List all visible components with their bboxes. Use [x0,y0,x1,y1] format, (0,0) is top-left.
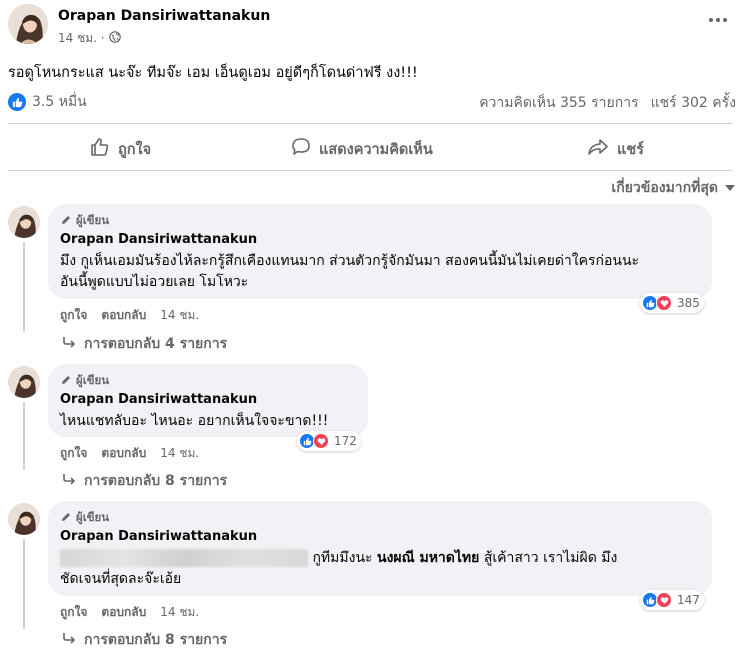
comment-reply-link[interactable]: ตอบกลับ [101,603,146,622]
comment-like-link[interactable]: ถูกใจ [60,603,87,622]
love-icon [656,592,672,608]
author-badge: ผู้เขียน [60,372,356,390]
sort-label: เกี่ยวข้องมากที่สุด [611,180,718,196]
chevron-down-icon [724,180,736,196]
like-button-label: ถูกใจ [118,141,152,158]
comment-text-line: กูทีมมึงนะ นงผณี มหาดไทย สู้เค้าสาว เราไ… [60,548,700,569]
comment-reactions[interactable]: 172 [297,431,361,451]
comment-author-name[interactable]: Orapan Dansiriwattanakun [60,392,356,407]
comment-button-label: แสดงความคิดเห็น [319,141,433,158]
comment-sort-dropdown[interactable]: เกี่ยวข้องมากที่สุด [611,177,736,199]
comment-reactions[interactable]: 147 [640,590,704,610]
like-icon [8,93,26,111]
comment-like-link[interactable]: ถูกใจ [60,444,87,463]
comment-icon [291,137,311,161]
author-badge: ผู้เขียน [60,212,700,230]
thread-line [23,539,25,629]
reply-arrow-icon [62,336,76,352]
reaction-count: 172 [334,434,357,448]
divider [8,123,732,124]
view-replies-link[interactable]: การตอบกลับ 8 รายการ [62,470,227,492]
comment-bubble: ผู้เขียน Orapan Dansiriwattanakun มึง กู… [48,204,712,299]
engagement-counts: ความคิดเห็น 355 รายการ แชร์ 302 ครั้ง [479,92,736,114]
comment-time[interactable]: 14 ชม. [160,306,199,325]
divider [8,170,732,171]
share-button-label: แชร์ [617,141,644,158]
like-button[interactable]: ถูกใจ [90,137,151,161]
more-dots-icon[interactable] [708,10,728,29]
blurred-redaction [60,549,308,567]
reply-arrow-icon [62,473,76,489]
globe-icon [108,31,121,46]
comment-text-line: ไหนแชทลับอะ ไหนอะ อยากเห็นใจจะขาด!!! [60,413,329,429]
author-badge: ผู้เขียน [60,509,700,527]
post-text: รอดูโหนกระแส นะจ๊ะ ทีมจ๊ะ เอม เอ็นดูเอม … [8,65,418,81]
comment-bubble: ผู้เขียน Orapan Dansiriwattanakun กูทีมม… [48,501,712,596]
thread-line [23,402,25,470]
love-icon [656,295,672,311]
post-meta: 14 ชม. · [58,29,121,48]
comment-actions: ถูกใจ ตอบกลับ 14 ชม. [60,306,199,325]
reactions-count: 3.5 หมื่น [32,94,87,110]
like-outline-icon [90,137,110,161]
share-button[interactable]: แชร์ [587,137,644,161]
comment-text-line: ชัดเจนที่สุดละจ๊ะเอ้ย [60,571,182,587]
replies-count-label: การตอบกลับ 8 รายการ [84,632,228,648]
pencil-icon [60,214,72,229]
comment-avatar[interactable] [8,366,40,398]
comment-time[interactable]: 14 ชม. [160,603,199,622]
comment-like-link[interactable]: ถูกใจ [60,306,87,325]
replies-count-label: การตอบกลับ 4 รายการ [84,336,228,352]
comment-author-name[interactable]: Orapan Dansiriwattanakun [60,232,700,247]
comment-avatar[interactable] [8,206,40,238]
love-icon [313,433,329,449]
reaction-count: 385 [677,296,700,310]
comment-time[interactable]: 14 ชม. [160,444,199,463]
comment-bubble: ผู้เขียน Orapan Dansiriwattanakun ไหนแชท… [48,364,368,437]
comment-avatar[interactable] [8,503,40,535]
comment-reactions[interactable]: 385 [640,293,704,313]
replies-count-label: การตอบกลับ 8 รายการ [84,473,228,489]
shares-count-link[interactable]: แชร์ 302 ครั้ง [651,92,736,114]
reply-arrow-icon [62,632,76,648]
comment-text-line: อันนี้พูดแบบไม่อวยเลย โมโหวะ [60,274,249,290]
reactions-summary[interactable]: 3.5 หมื่น [8,91,87,113]
comment-text-segment: สู้เค้าสาว เราไม่ผิด มึง [483,550,618,566]
author-avatar[interactable] [8,4,48,44]
comment-actions: ถูกใจ ตอบกลับ 14 ชม. [60,444,199,463]
post-author-name[interactable]: Orapan Dansiriwattanakun [58,8,270,24]
thread-line [23,242,25,332]
view-replies-link[interactable]: การตอบกลับ 8 รายการ [62,629,227,651]
comment-text-line: มึง กูเห็นเอมมันร้องไห้ละกรู้สึกเคืองแทน… [60,253,640,269]
comment-reply-link[interactable]: ตอบกลับ [101,444,146,463]
comment-author-name[interactable]: Orapan Dansiriwattanakun [60,529,700,544]
pencil-icon [60,511,72,526]
post-time[interactable]: 14 ชม. · [58,29,105,48]
pencil-icon [60,374,72,389]
comment-actions: ถูกใจ ตอบกลับ 14 ชม. [60,603,199,622]
reaction-count: 147 [677,593,700,607]
comment-text-segment: กูทีมมึงนะ [312,550,373,566]
comments-count-link[interactable]: ความคิดเห็น 355 รายการ [479,92,638,114]
view-replies-link[interactable]: การตอบกลับ 4 รายการ [62,333,227,355]
share-icon [587,137,609,161]
comment-reply-link[interactable]: ตอบกลับ [101,306,146,325]
comment-button[interactable]: แสดงความคิดเห็น [291,137,433,161]
comment-text-bold: นงผณี มหาดไทย [377,550,480,566]
